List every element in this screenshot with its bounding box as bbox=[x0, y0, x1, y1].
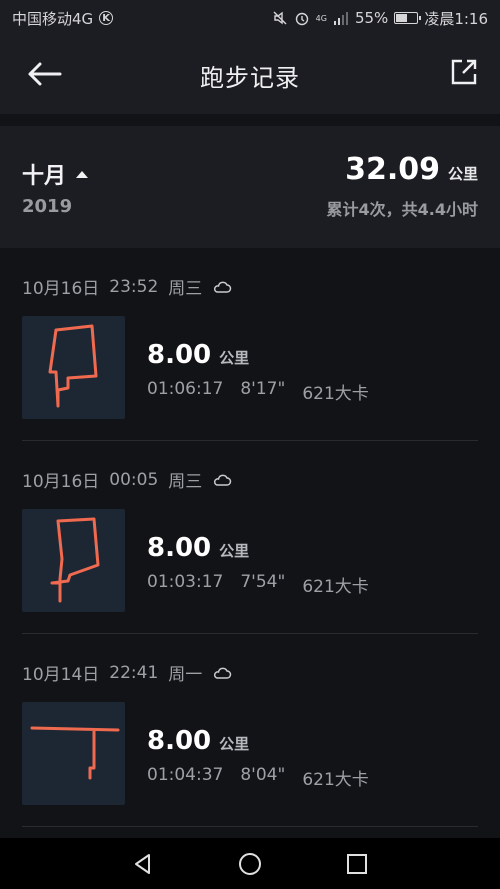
divider bbox=[22, 826, 478, 827]
run-record[interactable]: 10月14日 22:41 周一 8.00 公里 01:04:37 8'04" 6… bbox=[0, 634, 500, 827]
app-header: 跑步记录 bbox=[0, 36, 500, 114]
distance-value: 8.00 bbox=[147, 726, 212, 756]
signal-bars-icon bbox=[333, 12, 348, 25]
status-bar: 中国移动4G K 4G 55% 凌晨1:16 bbox=[0, 0, 500, 36]
status-left: 中国移动4G K bbox=[12, 8, 114, 29]
run-weekday: 周三 bbox=[168, 472, 203, 492]
total-distance-value: 32.09 bbox=[345, 152, 440, 187]
alarm-icon bbox=[295, 12, 308, 26]
run-distance: 8.00 公里 bbox=[147, 726, 249, 756]
run-stats: 01:06:17 8'17" 621大卡 bbox=[147, 379, 369, 404]
run-date-row: 10月14日 22:41 周一 bbox=[22, 660, 232, 685]
page-title: 跑步记录 bbox=[200, 63, 300, 92]
distance-unit: 公里 bbox=[219, 735, 250, 753]
nav-recents-icon[interactable] bbox=[345, 852, 369, 876]
total-detail: 累计4次，共4.4小时 bbox=[326, 200, 478, 219]
battery-percent: 55% bbox=[354, 9, 389, 27]
run-weekday: 周三 bbox=[168, 279, 203, 299]
share-button[interactable] bbox=[444, 52, 484, 92]
cloud-icon bbox=[214, 667, 232, 679]
run-duration: 01:04:37 bbox=[147, 765, 224, 785]
signal-label: 4G bbox=[315, 13, 327, 23]
cloud-icon bbox=[214, 474, 232, 486]
share-icon bbox=[451, 59, 477, 85]
route-path bbox=[30, 726, 120, 780]
run-stats: 01:04:37 8'04" 621大卡 bbox=[147, 765, 369, 790]
clock: 凌晨1:16 bbox=[424, 9, 488, 28]
nav-home-icon[interactable] bbox=[237, 851, 263, 877]
route-path bbox=[50, 517, 100, 603]
year-label: 2019 bbox=[22, 196, 73, 217]
distance-unit: 公里 bbox=[219, 542, 250, 560]
run-calories: 621大卡 bbox=[302, 577, 369, 597]
run-time: 00:05 bbox=[109, 469, 159, 490]
battery-icon bbox=[394, 12, 422, 24]
distance-value: 8.00 bbox=[147, 533, 212, 563]
run-date: 10月16日 bbox=[22, 279, 100, 299]
run-record[interactable]: 10月16日 23:52 周三 8.00 公里 01:06:17 8'17" 6… bbox=[0, 248, 500, 441]
nav-back-icon[interactable] bbox=[131, 852, 155, 876]
run-date: 10月14日 bbox=[22, 665, 100, 685]
total-distance-unit: 公里 bbox=[447, 165, 478, 183]
monthly-summary: 十月 2019 32.09 公里 累计4次，共4.4小时 bbox=[0, 126, 500, 248]
caret-up-icon bbox=[76, 170, 89, 178]
month-selector[interactable]: 十月 bbox=[22, 158, 89, 190]
carrier-label: 中国移动4G bbox=[12, 9, 94, 28]
run-calories: 621大卡 bbox=[302, 770, 369, 790]
distance-unit: 公里 bbox=[219, 349, 250, 367]
run-date: 10月16日 bbox=[22, 472, 100, 492]
system-nav-bar bbox=[0, 838, 500, 889]
run-pace: 8'17" bbox=[240, 379, 286, 399]
mute-icon bbox=[273, 11, 287, 25]
k-badge-icon: K bbox=[99, 11, 114, 25]
run-distance: 8.00 公里 bbox=[147, 533, 249, 563]
back-arrow-icon bbox=[28, 62, 62, 86]
cloud-icon bbox=[214, 281, 232, 293]
run-weekday: 周一 bbox=[168, 665, 203, 685]
run-distance: 8.00 公里 bbox=[147, 340, 249, 370]
run-record[interactable]: 10月16日 00:05 周三 8.00 公里 01:03:17 7'54" 6… bbox=[0, 441, 500, 634]
run-pace: 7'54" bbox=[240, 572, 286, 592]
run-time: 23:52 bbox=[109, 276, 159, 297]
back-button[interactable] bbox=[24, 54, 64, 94]
status-right: 4G 55% 凌晨1:16 bbox=[272, 8, 488, 29]
route-thumbnail bbox=[22, 509, 125, 612]
distance-value: 8.00 bbox=[147, 340, 212, 370]
run-date-row: 10月16日 00:05 周三 bbox=[22, 467, 232, 492]
month-label: 十月 bbox=[22, 164, 67, 189]
route-thumbnail bbox=[22, 316, 125, 419]
run-pace: 8'04" bbox=[240, 765, 286, 785]
route-path bbox=[48, 324, 98, 408]
run-duration: 01:06:17 bbox=[147, 379, 224, 399]
run-duration: 01:03:17 bbox=[147, 572, 224, 592]
run-list: 10月16日 23:52 周三 8.00 公里 01:06:17 8'17" 6… bbox=[0, 248, 500, 827]
total-distance: 32.09 公里 bbox=[345, 152, 478, 187]
run-calories: 621大卡 bbox=[302, 384, 369, 404]
battery-fill bbox=[396, 14, 407, 22]
route-thumbnail bbox=[22, 702, 125, 805]
run-date-row: 10月16日 23:52 周三 bbox=[22, 274, 232, 299]
run-time: 22:41 bbox=[109, 662, 159, 683]
run-stats: 01:03:17 7'54" 621大卡 bbox=[147, 572, 369, 597]
